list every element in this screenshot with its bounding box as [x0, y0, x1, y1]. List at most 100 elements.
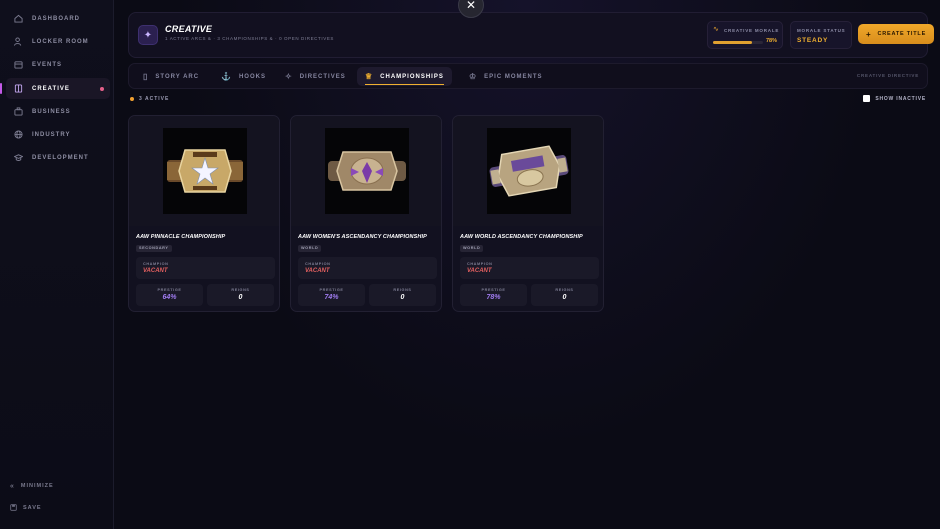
card-image-area	[291, 116, 441, 226]
show-inactive-checkbox[interactable]	[863, 95, 871, 102]
champion-box: CHAMPION VACANT	[460, 257, 599, 279]
prestige-label: PRESTIGE	[319, 288, 344, 292]
reigns-label: REIGNS	[231, 288, 250, 292]
anchor-icon: ⚓	[221, 72, 232, 81]
championship-card[interactable]: AAW WORLD ASCENDANCY CHAMPIONSHIP WORLD …	[452, 115, 604, 312]
calendar-icon	[12, 59, 24, 71]
reigns-value: 0	[238, 294, 243, 301]
sidebar-item-label: INDUSTRY	[32, 131, 71, 138]
tab-label: HOOKS	[238, 73, 266, 80]
prestige-box: PRESTIGE 78%	[460, 284, 527, 306]
prestige-value: 74%	[324, 294, 339, 301]
sidebar: DASHBOARD LOCKER ROOM EVENTS CREATIVE BU…	[0, 0, 114, 529]
reigns-value: 0	[562, 294, 567, 301]
reigns-label: REIGNS	[393, 288, 412, 292]
save-icon	[10, 503, 17, 513]
sidebar-item-label: DEVELOPMENT	[32, 154, 89, 161]
card-image-area	[453, 116, 603, 226]
morale-value: 78%	[765, 38, 777, 44]
prestige-label: PRESTIGE	[481, 288, 506, 292]
trophy-icon: ♕	[365, 72, 374, 81]
championship-belt-image	[487, 128, 571, 214]
sidebar-item-industry[interactable]: INDUSTRY	[6, 124, 110, 145]
prestige-value: 78%	[486, 294, 501, 301]
tab-hooks[interactable]: ⚓ HOOKS	[213, 67, 274, 86]
tab-label: STORY ARC	[155, 73, 200, 80]
plus-icon: +	[865, 29, 872, 39]
status-dot	[130, 97, 134, 101]
champion-value: VACANT	[305, 268, 330, 274]
championship-name: AAW WOMEN'S ASCENDANCY CHAMPIONSHIP	[298, 234, 427, 240]
sidebar-item-dashboard[interactable]: DASHBOARD	[6, 8, 110, 29]
championship-belt-image	[325, 128, 409, 214]
briefcase-icon	[12, 106, 24, 118]
champion-value: VACANT	[467, 268, 492, 274]
sidebar-item-label: LOCKER ROOM	[32, 38, 89, 45]
creative-morale-widget: ∿ CREATIVE MORALE 78%	[707, 21, 783, 49]
prestige-value: 64%	[162, 294, 177, 301]
create-title-label: CREATE TITLE	[877, 31, 927, 37]
page-title: CREATIVE	[165, 24, 213, 34]
book-icon	[12, 83, 24, 95]
tab-bar: ▯ STORY ARC ⚓ HOOKS ✧ DIRECTIVES ♕ CHAMP…	[128, 63, 928, 89]
prestige-box: PRESTIGE 74%	[298, 284, 365, 306]
champion-box: CHAMPION VACANT	[298, 257, 437, 279]
tier-badge: WORLD	[460, 245, 484, 252]
sidebar-item-business[interactable]: BUSINESS	[6, 101, 110, 122]
page-subtitle: 1 ACTIVE ARCS & · 3 CHAMPIONSHIPS & · 0 …	[165, 36, 335, 41]
show-inactive-toggle[interactable]: SHOW INACTIVE	[863, 95, 926, 102]
championship-card[interactable]: AAW PINNACLE CHAMPIONSHIP SECONDARY CHAM…	[128, 115, 280, 312]
globe-icon	[12, 129, 24, 141]
champion-box: CHAMPION VACANT	[136, 257, 275, 279]
championship-card[interactable]: AAW WOMEN'S ASCENDANCY CHAMPIONSHIP WORL…	[290, 115, 442, 312]
tab-epic-moments[interactable]: ♔ EPIC MOMENTS	[461, 67, 551, 86]
prestige-box: PRESTIGE 64%	[136, 284, 203, 306]
show-inactive-label: SHOW INACTIVE	[875, 95, 926, 102]
tier-badge: WORLD	[298, 245, 322, 252]
pulse-icon: ∿	[713, 26, 719, 33]
save-button[interactable]: SAVE	[10, 501, 110, 515]
morale-status-label: MORALE STATUS	[797, 28, 846, 33]
minimize-button[interactable]: « MINIMIZE	[10, 479, 110, 493]
champion-label: CHAMPION	[305, 262, 331, 266]
tab-directives[interactable]: ✧ DIRECTIVES	[277, 67, 354, 86]
morale-status-value: STEADY	[797, 37, 829, 44]
reigns-box: REIGNS 0	[531, 284, 598, 306]
reigns-box: REIGNS 0	[207, 284, 274, 306]
graduation-icon	[12, 152, 24, 164]
sidebar-item-creative[interactable]: CREATIVE	[0, 78, 110, 99]
sidebar-item-development[interactable]: DEVELOPMENT	[6, 147, 110, 168]
users-icon	[12, 36, 24, 48]
sidebar-item-label: EVENTS	[32, 61, 63, 68]
prestige-label: PRESTIGE	[157, 288, 182, 292]
sparkle-icon: ✧	[285, 72, 293, 81]
morale-progress-bar	[713, 41, 763, 44]
championship-belt-image	[163, 128, 247, 214]
tier-badge: SECONDARY	[136, 245, 172, 252]
reigns-box: REIGNS 0	[369, 284, 436, 306]
book-icon: ▯	[143, 72, 149, 81]
trophy-outline-icon: ♔	[469, 72, 478, 81]
sidebar-item-locker-room[interactable]: LOCKER ROOM	[6, 31, 110, 52]
sidebar-item-label: CREATIVE	[32, 85, 70, 92]
save-label: SAVE	[23, 505, 42, 511]
tab-championships[interactable]: ♕ CHAMPIONSHIPS	[357, 67, 452, 86]
sidebar-item-events[interactable]: EVENTS	[6, 54, 110, 75]
morale-status-widget: MORALE STATUS STEADY	[790, 21, 852, 49]
champion-value: VACANT	[143, 268, 168, 274]
sparkle-icon: ✦	[138, 25, 158, 45]
sidebar-item-label: DASHBOARD	[32, 15, 80, 22]
create-title-button[interactable]: + CREATE TITLE	[858, 24, 934, 44]
active-count: 3 ACTIVE	[130, 96, 169, 102]
championship-name: AAW WORLD ASCENDANCY CHAMPIONSHIP	[460, 234, 583, 240]
tab-story-arc[interactable]: ▯ STORY ARC	[135, 67, 207, 86]
tab-right-label: CREATIVE DIRECTIVE	[856, 73, 919, 78]
tab-label: EPIC MOMENTS	[484, 73, 543, 80]
page-header: ✦ CREATIVE 1 ACTIVE ARCS & · 3 CHAMPIONS…	[128, 12, 934, 58]
active-count-label: 3 ACTIVE	[139, 96, 170, 102]
reigns-value: 0	[400, 294, 405, 301]
championship-name: AAW PINNACLE CHAMPIONSHIP	[136, 234, 226, 240]
sidebar-item-label: BUSINESS	[32, 108, 71, 115]
tab-label: CHAMPIONSHIPS	[380, 73, 444, 80]
notification-dot	[100, 87, 104, 91]
